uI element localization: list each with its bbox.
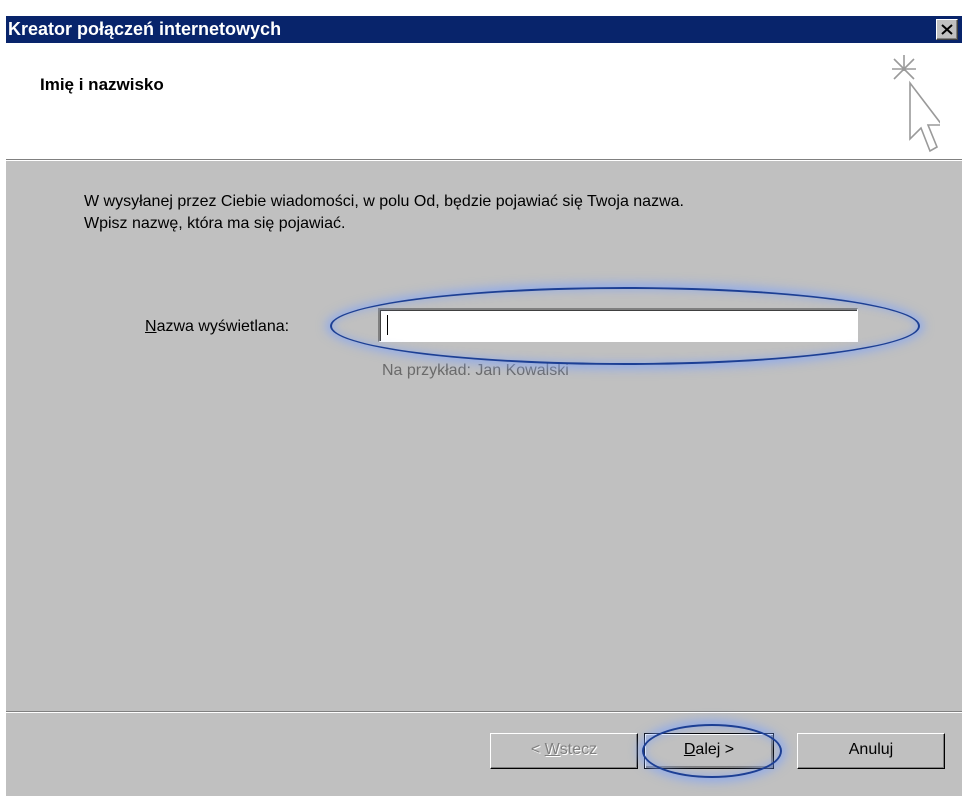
intro-line-1: W wysyłanej przez Ciebie wiadomości, w p…: [84, 193, 684, 210]
intro-line-2: Wpisz nazwę, która ma się pojawiać.: [84, 215, 346, 232]
back-button-text: stecz: [559, 741, 598, 758]
close-button[interactable]: [936, 19, 958, 40]
button-separator: [6, 711, 962, 713]
intro-text: W wysyłanej przez Ciebie wiadomości, w p…: [84, 191, 924, 235]
wizard-sparkle-cursor-icon: [892, 55, 940, 153]
back-button-prefix: <: [530, 741, 545, 758]
next-button-mnemonic: D: [683, 741, 696, 758]
title-bar[interactable]: Kreator połączeń internetowych: [6, 16, 962, 43]
example-hint: Na przykład: Jan Kowalski: [382, 362, 569, 379]
back-button[interactable]: < Wstecz: [490, 733, 638, 769]
page-title: Imię i nazwisko: [40, 75, 164, 94]
text-caret: [387, 315, 388, 335]
next-button[interactable]: Dalej >: [644, 733, 774, 769]
close-icon: [941, 24, 953, 35]
back-button-mnemonic: W: [544, 741, 560, 758]
display-name-input[interactable]: [378, 308, 858, 342]
display-name-label-text: azwa wyświetlana:: [156, 318, 290, 335]
window-title: Kreator połączeń internetowych: [8, 19, 282, 39]
next-button-text: alej >: [695, 741, 735, 758]
cancel-button[interactable]: Anuluj: [797, 733, 945, 769]
wizard-header: Imię i nazwisko: [6, 43, 962, 161]
wizard-window: Kreator połączeń internetowych Imię i na…: [6, 16, 962, 796]
display-name-label: Nazwa wyświetlana:: [145, 318, 289, 336]
display-name-label-mnemonic: N: [145, 318, 157, 335]
